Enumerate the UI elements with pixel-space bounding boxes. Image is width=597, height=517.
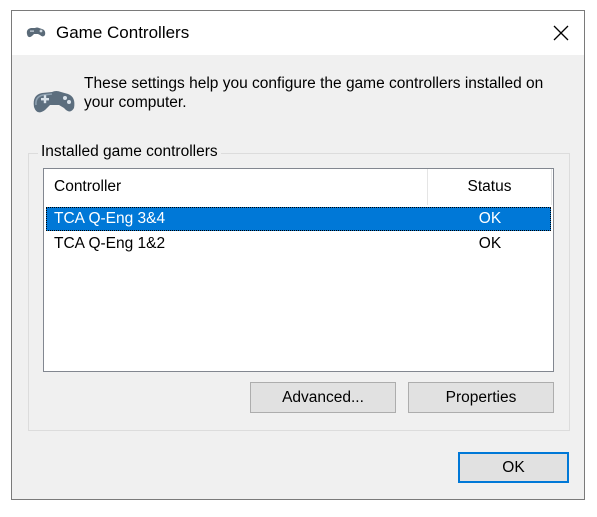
gamepad-icon: [33, 91, 75, 113]
controller-name: TCA Q-Eng 1&2: [54, 235, 166, 252]
window-title: Game Controllers: [56, 23, 190, 42]
properties-button[interactable]: Properties: [408, 382, 554, 413]
list-header: Controller Status: [44, 169, 553, 205]
list-item[interactable]: TCA Q-Eng 1&2 OK: [46, 232, 551, 256]
controller-name: TCA Q-Eng 3&4: [54, 210, 166, 227]
title-bar: Game Controllers: [12, 11, 584, 55]
list-item[interactable]: TCA Q-Eng 3&4 OK: [46, 207, 551, 231]
close-button[interactable]: [538, 11, 584, 55]
controller-status: OK: [478, 210, 502, 227]
controllers-list[interactable]: Controller Status TCA Q-Eng 3&4 OK TCA Q…: [43, 168, 554, 372]
controller-status: OK: [478, 235, 502, 252]
ok-button[interactable]: OK: [458, 452, 569, 483]
advanced-button[interactable]: Advanced...: [250, 382, 396, 413]
info-text: These settings help you configure the ga…: [84, 75, 544, 111]
game-controllers-dialog: Game Controllers These settings help you…: [11, 10, 585, 500]
column-header-status[interactable]: Status: [428, 169, 552, 205]
close-icon: [553, 25, 569, 41]
column-header-controller[interactable]: Controller: [44, 169, 428, 205]
gamepad-icon: [26, 27, 46, 38]
group-label: Installed game controllers: [38, 143, 221, 161]
